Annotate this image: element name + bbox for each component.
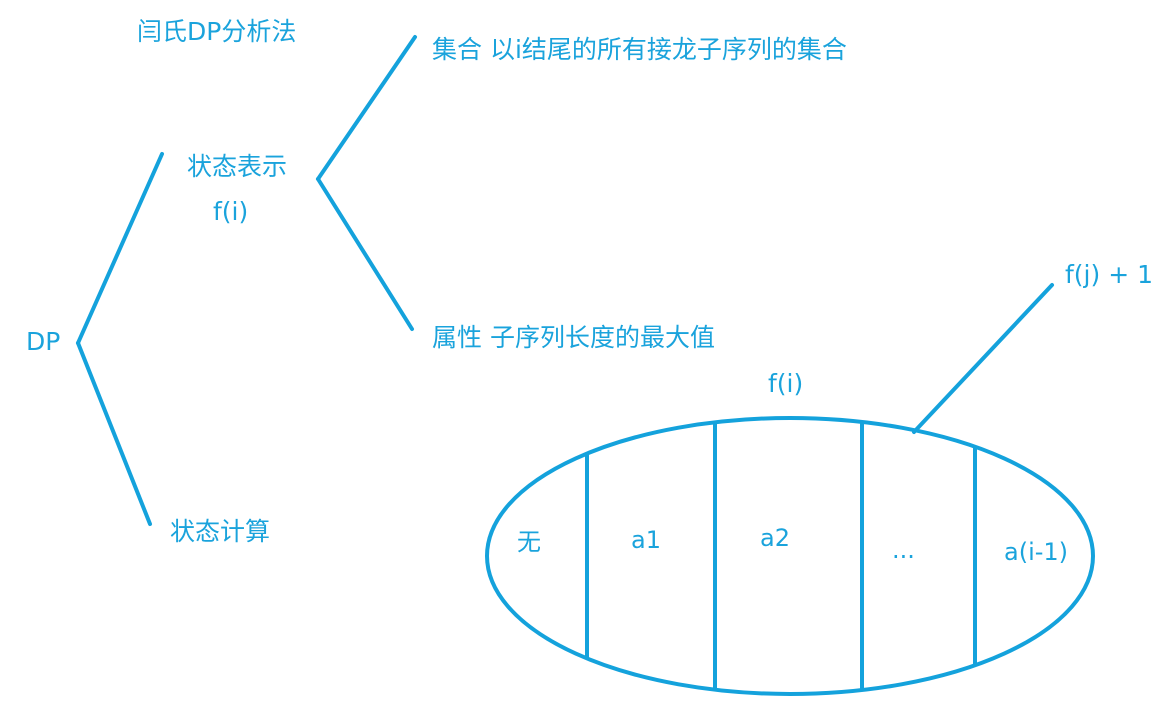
state-function-label: f(i) [213, 197, 249, 226]
diagram-canvas: 闫氏DP分析法 DP 状态表示 f(i) 集合 以i结尾的所有接龙子序列的集合 … [0, 0, 1175, 722]
partition-title: f(i) [768, 369, 804, 398]
state-computation-label: 状态计算 [170, 517, 271, 546]
partition-ellipse [485, 416, 1095, 696]
branch-state-to-set [316, 35, 417, 181]
partition-section-a1: a1 [631, 526, 661, 554]
diagram-lines [76, 35, 1095, 696]
partition-section-a2: a2 [760, 524, 790, 552]
attribute-description: 属性 子序列长度的最大值 [432, 323, 715, 352]
partition-section-ellipsis: ... [892, 536, 915, 564]
root-node-dp: DP [26, 327, 61, 356]
state-representation-label: 状态表示 [187, 152, 288, 181]
partition-section-none: 无 [517, 528, 541, 556]
branch-state-to-attribute [316, 177, 414, 331]
set-description: 集合 以i结尾的所有接龙子序列的集合 [432, 35, 847, 64]
diagram-title: 闫氏DP分析法 [137, 17, 297, 46]
partition-dividers [585, 418, 977, 694]
partition-section-a-i-minus-1: a(i-1) [1004, 538, 1069, 566]
branch-dp-to-state-computation [76, 341, 152, 526]
transition-pointer-line [912, 283, 1054, 434]
transition-formula: f(j) + 1 [1065, 260, 1154, 289]
branch-dp-to-state-representation [76, 152, 164, 345]
